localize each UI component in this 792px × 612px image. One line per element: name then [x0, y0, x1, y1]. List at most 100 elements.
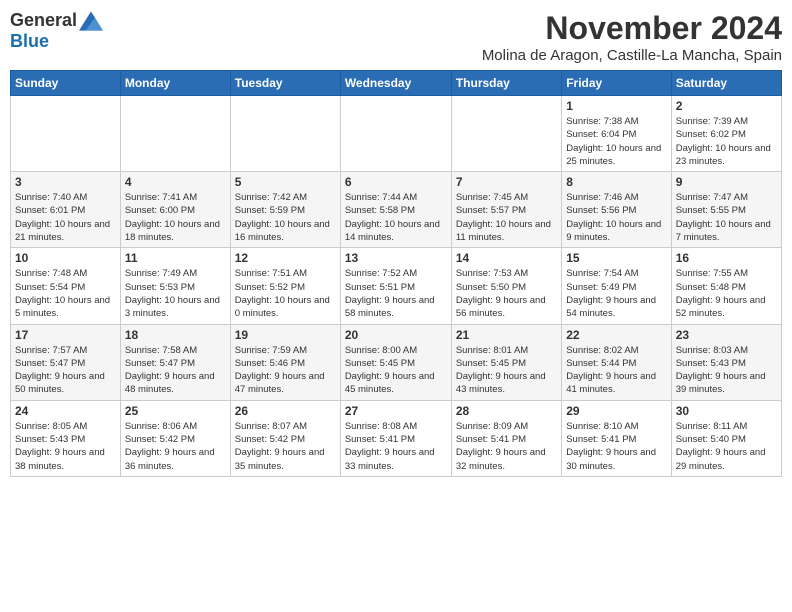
day-info: Sunrise: 8:03 AMSunset: 5:43 PMDaylight:… [676, 344, 777, 397]
day-number: 22 [566, 328, 666, 342]
day-info: Sunrise: 8:02 AMSunset: 5:44 PMDaylight:… [566, 344, 666, 397]
day-info: Sunrise: 8:11 AMSunset: 5:40 PMDaylight:… [676, 420, 777, 473]
weekday-header-thursday: Thursday [451, 71, 561, 96]
location-subtitle: Molina de Aragon, Castille-La Mancha, Sp… [482, 47, 782, 64]
day-number: 13 [345, 251, 447, 265]
day-info: Sunrise: 7:44 AMSunset: 5:58 PMDaylight:… [345, 191, 447, 244]
calendar-cell: 3 Sunrise: 7:40 AMSunset: 6:01 PMDaylight… [11, 172, 121, 248]
day-info: Sunrise: 7:51 AMSunset: 5:52 PMDaylight:… [235, 267, 336, 320]
day-info: Sunrise: 7:40 AMSunset: 6:01 PMDaylight:… [15, 191, 116, 244]
calendar-cell: 2 Sunrise: 7:39 AMSunset: 6:02 PMDaylight… [671, 96, 781, 172]
day-info: Sunrise: 8:06 AMSunset: 5:42 PMDaylight:… [125, 420, 226, 473]
day-number: 27 [345, 404, 447, 418]
day-number: 26 [235, 404, 336, 418]
title-block: November 2024 Molina de Aragon, Castille… [482, 10, 782, 64]
calendar-cell: 7 Sunrise: 7:45 AMSunset: 5:57 PMDaylight… [451, 172, 561, 248]
calendar-cell: 13 Sunrise: 7:52 AMSunset: 5:51 PMDayligh… [340, 248, 451, 324]
weekday-header-friday: Friday [562, 71, 671, 96]
calendar-cell: 12 Sunrise: 7:51 AMSunset: 5:52 PMDayligh… [230, 248, 340, 324]
calendar-cell: 17 Sunrise: 7:57 AMSunset: 5:47 PMDayligh… [11, 324, 121, 400]
day-info: Sunrise: 8:01 AMSunset: 5:45 PMDaylight:… [456, 344, 557, 397]
day-info: Sunrise: 8:08 AMSunset: 5:41 PMDaylight:… [345, 420, 447, 473]
calendar-cell: 28 Sunrise: 8:09 AMSunset: 5:41 PMDayligh… [451, 400, 561, 476]
day-info: Sunrise: 7:53 AMSunset: 5:50 PMDaylight:… [456, 267, 557, 320]
day-number: 4 [125, 175, 226, 189]
day-info: Sunrise: 7:38 AMSunset: 6:04 PMDaylight:… [566, 115, 666, 168]
calendar-cell: 23 Sunrise: 8:03 AMSunset: 5:43 PMDayligh… [671, 324, 781, 400]
weekday-header-wednesday: Wednesday [340, 71, 451, 96]
day-info: Sunrise: 7:39 AMSunset: 6:02 PMDaylight:… [676, 115, 777, 168]
calendar-cell: 5 Sunrise: 7:42 AMSunset: 5:59 PMDaylight… [230, 172, 340, 248]
calendar-cell [230, 96, 340, 172]
logo-general-text: General [10, 10, 77, 31]
weekday-header-monday: Monday [120, 71, 230, 96]
calendar-week-row: 10Sunrise: 7:48 AMSunset: 5:54 PMDayligh… [11, 248, 782, 324]
day-number: 14 [456, 251, 557, 265]
calendar-cell: 29 Sunrise: 8:10 AMSunset: 5:41 PMDayligh… [562, 400, 671, 476]
day-number: 21 [456, 328, 557, 342]
day-info: Sunrise: 7:42 AMSunset: 5:59 PMDaylight:… [235, 191, 336, 244]
day-info: Sunrise: 8:09 AMSunset: 5:41 PMDaylight:… [456, 420, 557, 473]
day-number: 24 [15, 404, 116, 418]
day-info: Sunrise: 8:10 AMSunset: 5:41 PMDaylight:… [566, 420, 666, 473]
calendar-cell: 20Sunrise: 8:00 AMSunset: 5:45 PMDayligh… [340, 324, 451, 400]
day-number: 19 [235, 328, 336, 342]
month-title: November 2024 [482, 10, 782, 47]
day-number: 9 [676, 175, 777, 189]
day-info: Sunrise: 7:46 AMSunset: 5:56 PMDaylight:… [566, 191, 666, 244]
calendar-cell: 24 Sunrise: 8:05 AMSunset: 5:43 PMDayligh… [11, 400, 121, 476]
day-number: 30 [676, 404, 777, 418]
weekday-header-tuesday: Tuesday [230, 71, 340, 96]
calendar-cell [120, 96, 230, 172]
calendar-cell [451, 96, 561, 172]
day-number: 3 [15, 175, 116, 189]
logo-icon [79, 11, 103, 31]
day-number: 2 [676, 99, 777, 113]
calendar-cell: 18 Sunrise: 7:58 AMSunset: 5:47 PMDayligh… [120, 324, 230, 400]
day-number: 7 [456, 175, 557, 189]
calendar-cell: 6Sunrise: 7:44 AMSunset: 5:58 PMDaylight… [340, 172, 451, 248]
day-info: Sunrise: 7:59 AMSunset: 5:46 PMDaylight:… [235, 344, 336, 397]
calendar-cell: 19 Sunrise: 7:59 AMSunset: 5:46 PMDayligh… [230, 324, 340, 400]
calendar-cell [11, 96, 121, 172]
day-info: Sunrise: 7:55 AMSunset: 5:48 PMDaylight:… [676, 267, 777, 320]
day-info: Sunrise: 7:49 AMSunset: 5:53 PMDaylight:… [125, 267, 226, 320]
day-info: Sunrise: 8:05 AMSunset: 5:43 PMDaylight:… [15, 420, 116, 473]
day-info: Sunrise: 7:45 AMSunset: 5:57 PMDaylight:… [456, 191, 557, 244]
day-number: 8 [566, 175, 666, 189]
day-info: Sunrise: 7:52 AMSunset: 5:51 PMDaylight:… [345, 267, 447, 320]
day-number: 5 [235, 175, 336, 189]
day-number: 17 [15, 328, 116, 342]
calendar-cell: 11 Sunrise: 7:49 AMSunset: 5:53 PMDayligh… [120, 248, 230, 324]
calendar-cell: 15Sunrise: 7:54 AMSunset: 5:49 PMDayligh… [562, 248, 671, 324]
logo-blue-text: Blue [10, 31, 49, 52]
day-number: 12 [235, 251, 336, 265]
day-info: Sunrise: 7:54 AMSunset: 5:49 PMDaylight:… [566, 267, 666, 320]
weekday-header-saturday: Saturday [671, 71, 781, 96]
calendar-week-row: 1 Sunrise: 7:38 AMSunset: 6:04 PMDaylight… [11, 96, 782, 172]
calendar-cell: 1 Sunrise: 7:38 AMSunset: 6:04 PMDaylight… [562, 96, 671, 172]
day-info: Sunrise: 8:07 AMSunset: 5:42 PMDaylight:… [235, 420, 336, 473]
page-header: General Blue November 2024 Molina de Ara… [10, 10, 782, 64]
day-number: 11 [125, 251, 226, 265]
calendar-cell: 4 Sunrise: 7:41 AMSunset: 6:00 PMDaylight… [120, 172, 230, 248]
calendar-cell: 21 Sunrise: 8:01 AMSunset: 5:45 PMDayligh… [451, 324, 561, 400]
calendar-cell: 14 Sunrise: 7:53 AMSunset: 5:50 PMDayligh… [451, 248, 561, 324]
day-number: 28 [456, 404, 557, 418]
day-info: Sunrise: 7:57 AMSunset: 5:47 PMDaylight:… [15, 344, 116, 397]
day-number: 10 [15, 251, 116, 265]
day-info: Sunrise: 7:58 AMSunset: 5:47 PMDaylight:… [125, 344, 226, 397]
calendar-cell: 9 Sunrise: 7:47 AMSunset: 5:55 PMDaylight… [671, 172, 781, 248]
day-number: 23 [676, 328, 777, 342]
calendar-week-row: 3 Sunrise: 7:40 AMSunset: 6:01 PMDaylight… [11, 172, 782, 248]
day-number: 29 [566, 404, 666, 418]
day-number: 16 [676, 251, 777, 265]
day-number: 18 [125, 328, 226, 342]
calendar-cell: 22 Sunrise: 8:02 AMSunset: 5:44 PMDayligh… [562, 324, 671, 400]
calendar-table: SundayMondayTuesdayWednesdayThursdayFrid… [10, 70, 782, 477]
day-info: Sunrise: 7:41 AMSunset: 6:00 PMDaylight:… [125, 191, 226, 244]
calendar-cell: 25Sunrise: 8:06 AMSunset: 5:42 PMDayligh… [120, 400, 230, 476]
day-number: 20 [345, 328, 447, 342]
day-number: 1 [566, 99, 666, 113]
day-info: Sunrise: 7:47 AMSunset: 5:55 PMDaylight:… [676, 191, 777, 244]
